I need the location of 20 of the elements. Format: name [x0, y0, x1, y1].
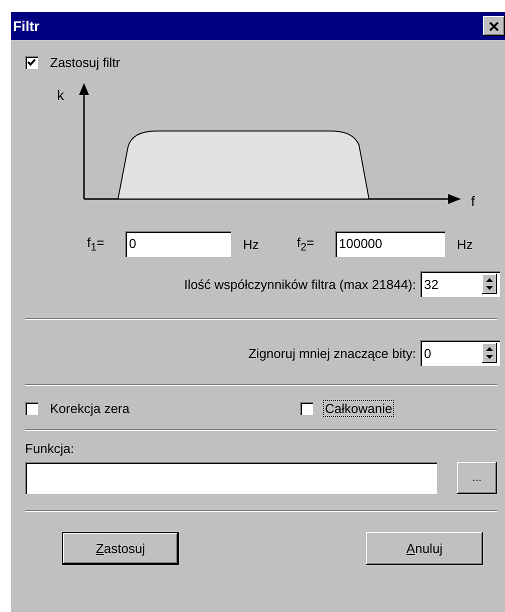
dialog-button[interactable]: Anuluj [366, 532, 483, 565]
browse-button[interactable]: ... [457, 462, 497, 494]
dialog-button[interactable]: Zastosuj [62, 532, 179, 565]
input-field[interactable]: 0 [125, 231, 231, 257]
field-label: Funkcja: [25, 441, 76, 456]
checkbox-label: Zastosuj filtr [49, 54, 122, 71]
axis-label: f [471, 193, 475, 209]
axis-label: k [57, 87, 64, 103]
input-field[interactable]: 100000 [334, 231, 445, 257]
checkbox-label: Korekcja zera [49, 400, 130, 417]
window-title: Filtr [13, 18, 40, 34]
field-label: f$_{2}$= [296, 234, 316, 254]
checkbox-label: Całkowanie [323, 400, 394, 417]
unit-label: Hz [243, 236, 259, 252]
spin-box[interactable]: 32 [420, 271, 500, 297]
field-label: Ilość współczynników filtra (max 21844): [184, 276, 416, 292]
spin-box[interactable]: 0 [420, 340, 500, 366]
field-label: Zignoruj mniej znaczące bity: [248, 346, 416, 360]
unit-label: Hz [456, 236, 473, 252]
field-label: f$_{1}$= [87, 234, 106, 254]
